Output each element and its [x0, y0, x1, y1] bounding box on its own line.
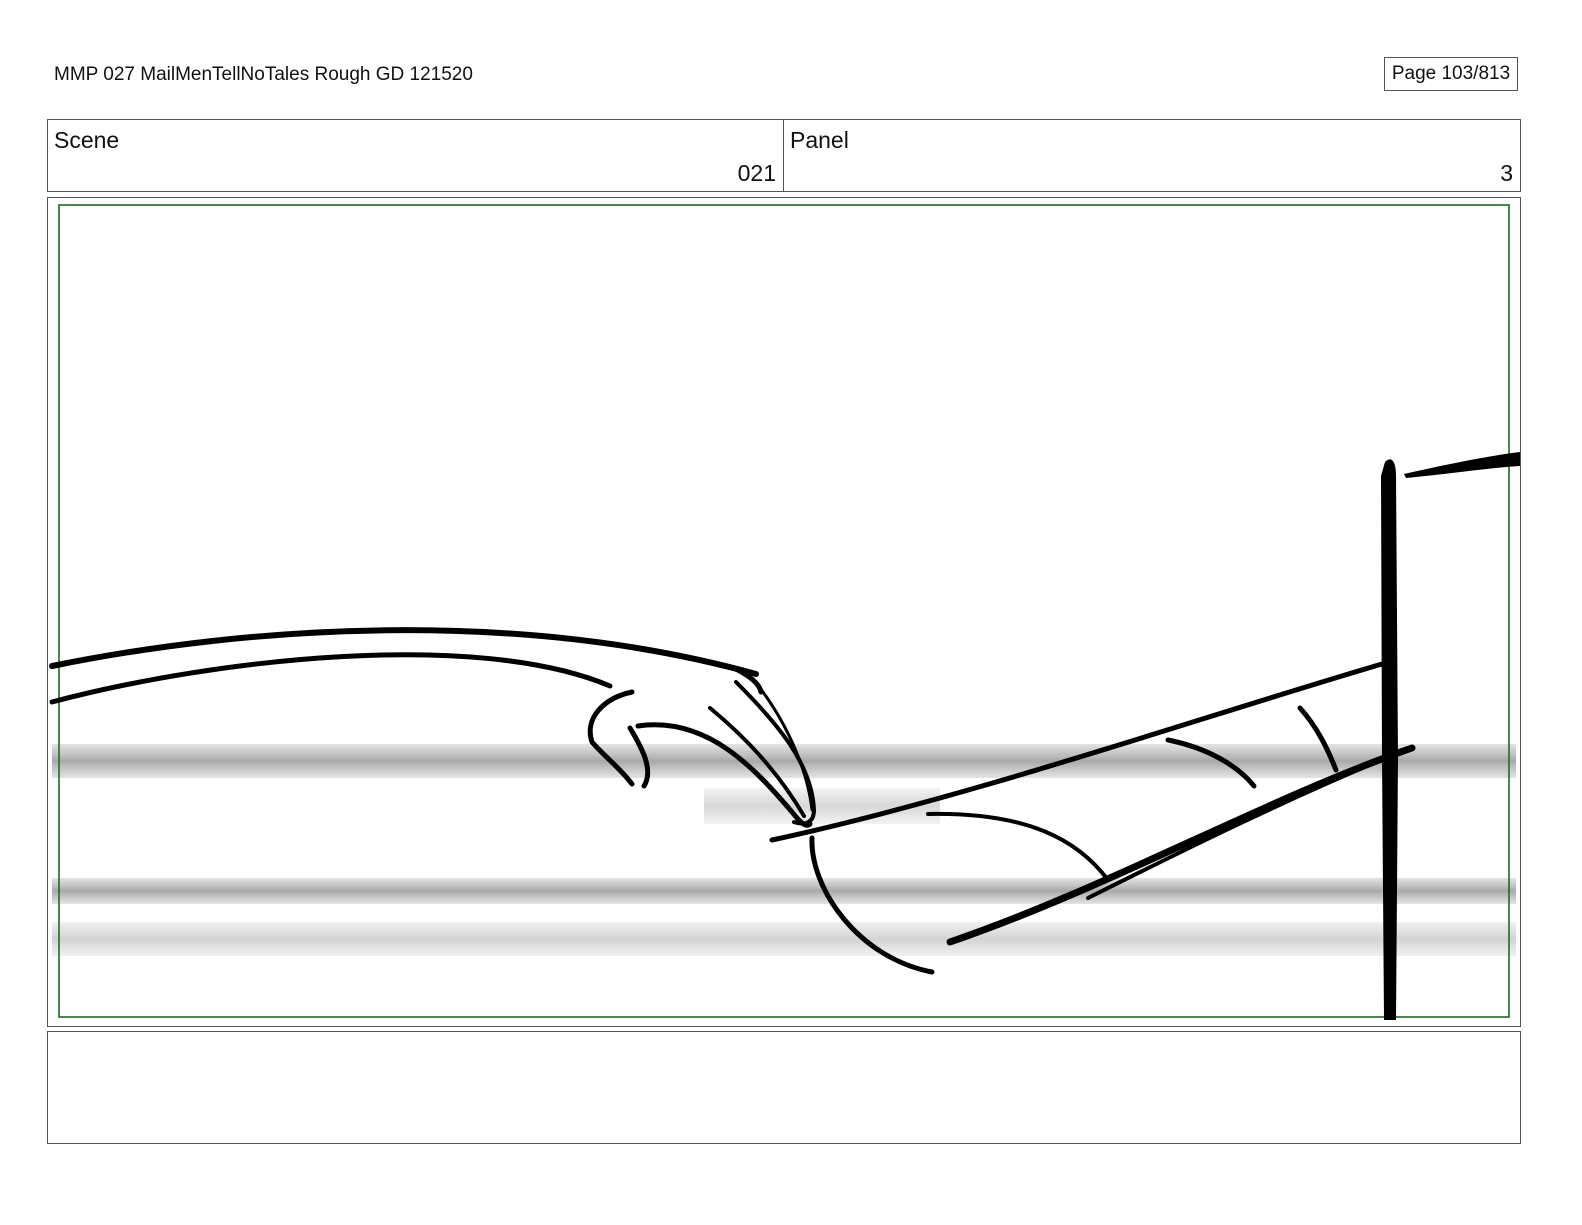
panel-number: 3 — [1500, 160, 1513, 186]
motion-blur-bands — [52, 744, 1516, 956]
scene-number: 021 — [737, 160, 776, 186]
scene-panel-header: Scene 021 Panel 3 — [47, 119, 1521, 192]
scene-cell: Scene 021 — [48, 120, 784, 191]
storyboard-frame — [47, 197, 1521, 1027]
notes-box — [47, 1031, 1521, 1144]
page-number: Page 103/813 — [1384, 57, 1518, 91]
storyboard-drawing — [49, 204, 1520, 1021]
document-title: MMP 027 MailMenTellNoTales Rough GD 1215… — [54, 64, 473, 85]
scene-label: Scene — [54, 127, 120, 153]
left-arm-drawing — [49, 627, 816, 828]
panel-label: Panel — [790, 127, 849, 153]
panel-cell: Panel 3 — [784, 120, 1520, 191]
